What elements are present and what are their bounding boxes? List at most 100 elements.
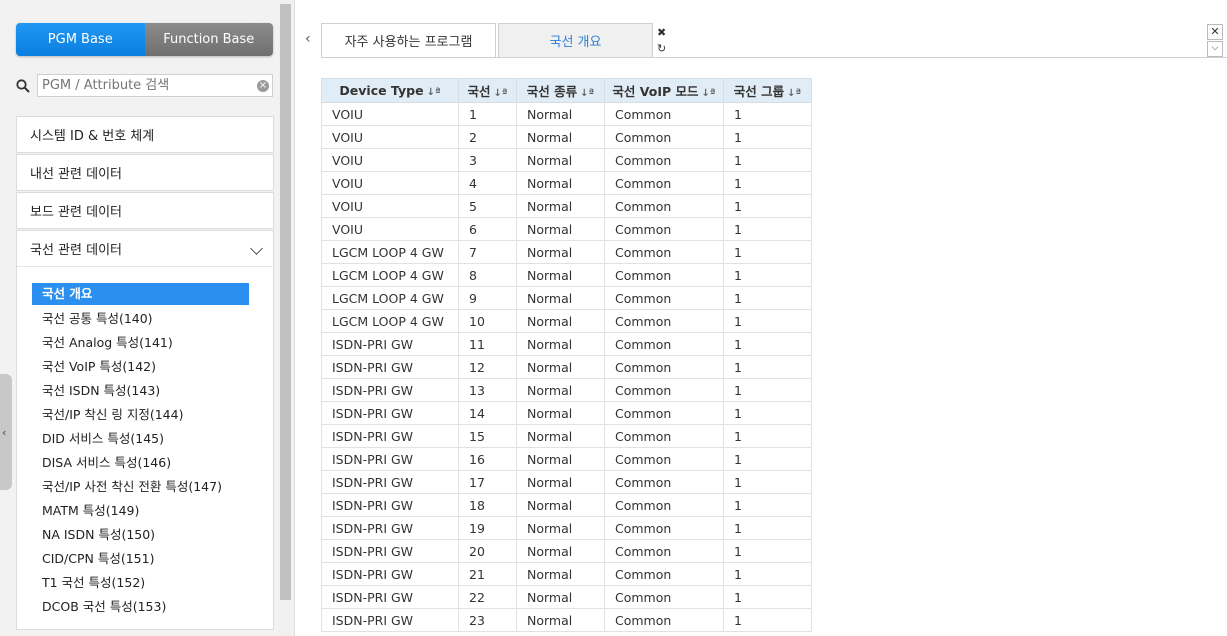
table-cell: LGCM LOOP 4 GW xyxy=(321,286,459,310)
table-row[interactable]: ISDN-PRI GW 11 Normal Common 1 xyxy=(321,332,812,356)
submenu-item[interactable]: DISA 서비스 특성(146) xyxy=(32,451,249,475)
table-row[interactable]: LGCM LOOP 4 GW 10 Normal Common 1 xyxy=(321,309,812,333)
table-row[interactable]: VOIU 2 Normal Common 1 xyxy=(321,125,812,149)
table-cell: 22 xyxy=(458,585,517,609)
tab-frequent-programs[interactable]: 자주 사용하는 프로그램 xyxy=(321,23,496,57)
table-cell: 1 xyxy=(723,102,812,126)
submenu-item[interactable]: DID 서비스 특성(145) xyxy=(32,427,249,451)
column-header-voip-mode[interactable]: 국선 VoIP 모드 ↓ª xyxy=(604,78,724,103)
column-header-trunk-group[interactable]: 국선 그룹 ↓ª xyxy=(723,78,812,103)
table-row[interactable]: ISDN-PRI GW 17 Normal Common 1 xyxy=(321,470,812,494)
menu-system-id[interactable]: 시스템 ID & 번호 체계 xyxy=(16,116,274,153)
table-cell: Normal xyxy=(516,562,605,586)
table-row[interactable]: LGCM LOOP 4 GW 8 Normal Common 1 xyxy=(321,263,812,287)
table-body: VOIU 1 Normal Common 1 VOIU 2 Normal Common 1 VOIU… xyxy=(321,102,812,632)
table-cell: Normal xyxy=(516,401,605,425)
tab-trunk-overview[interactable]: 국선 개요 xyxy=(498,23,653,57)
submenu-item[interactable]: 국선 VoIP 특성(142) xyxy=(32,355,249,379)
table-cell: VOIU xyxy=(321,217,459,241)
menu-board-data[interactable]: 보드 관련 데이터 xyxy=(16,192,274,229)
table-cell: 2 xyxy=(458,125,517,149)
table-cell: Common xyxy=(604,148,724,172)
table-cell: ISDN-PRI GW xyxy=(321,470,459,494)
table-cell: 16 xyxy=(458,447,517,471)
sort-icon[interactable]: ↓ª xyxy=(493,88,507,99)
pgm-base-button[interactable]: PGM Base xyxy=(16,23,145,56)
table-cell: Normal xyxy=(516,171,605,195)
table-row[interactable]: LGCM LOOP 4 GW 7 Normal Common 1 xyxy=(321,240,812,264)
submenu-item[interactable]: CID/CPN 특성(151) xyxy=(32,547,249,571)
table-row[interactable]: ISDN-PRI GW 20 Normal Common 1 xyxy=(321,539,812,563)
table-row[interactable]: ISDN-PRI GW 22 Normal Common 1 xyxy=(321,585,812,609)
submenu-item[interactable]: NA ISDN 특성(150) xyxy=(32,523,249,547)
table-cell: LGCM LOOP 4 GW xyxy=(321,263,459,287)
table-row[interactable]: VOIU 5 Normal Common 1 xyxy=(321,194,812,218)
table-row[interactable]: VOIU 6 Normal Common 1 xyxy=(321,217,812,241)
menu-label: 국선 관련 데이터 xyxy=(30,243,122,258)
table-cell: 1 xyxy=(723,516,812,540)
table-row[interactable]: ISDN-PRI GW 19 Normal Common 1 xyxy=(321,516,812,540)
chevron-down-icon[interactable]: ⌵ xyxy=(1207,41,1223,57)
table-cell: 1 xyxy=(723,217,812,241)
column-header-trunk-kind[interactable]: 국선 종류 ↓ª xyxy=(516,78,605,103)
table-row[interactable]: LGCM LOOP 4 GW 9 Normal Common 1 xyxy=(321,286,812,310)
sidebar-collapse-handle[interactable]: ‹ xyxy=(0,374,12,490)
table-cell: 14 xyxy=(458,401,517,425)
table-cell: 5 xyxy=(458,194,517,218)
table-cell: Common xyxy=(604,516,724,540)
refresh-icon[interactable]: ↻ xyxy=(657,42,666,55)
table-cell: Common xyxy=(604,309,724,333)
submenu-item[interactable]: 국선/IP 사전 착신 전환 특성(147) xyxy=(32,475,249,499)
table-cell: Common xyxy=(604,562,724,586)
sort-icon[interactable]: ↓ª xyxy=(427,87,441,98)
table-cell: Common xyxy=(604,332,724,356)
function-base-button[interactable]: Function Base xyxy=(144,23,273,56)
table-cell: 1 xyxy=(723,378,812,402)
table-cell: Normal xyxy=(516,240,605,264)
tab-close-icon[interactable]: ✖ xyxy=(657,26,666,39)
table-cell: 1 xyxy=(723,286,812,310)
submenu-item[interactable]: 국선 Analog 특성(141) xyxy=(32,331,249,355)
table-cell: 21 xyxy=(458,562,517,586)
sort-icon[interactable]: ↓ª xyxy=(702,88,716,99)
table-row[interactable]: VOIU 3 Normal Common 1 xyxy=(321,148,812,172)
submenu-item[interactable]: T1 국선 특성(152) xyxy=(32,571,249,595)
table-row[interactable]: ISDN-PRI GW 15 Normal Common 1 xyxy=(321,424,812,448)
table-row[interactable]: ISDN-PRI GW 18 Normal Common 1 xyxy=(321,493,812,517)
sort-icon[interactable]: ↓ª xyxy=(580,88,594,99)
menu-trunk-header[interactable]: 국선 관련 데이터 xyxy=(17,231,273,266)
table-cell: Normal xyxy=(516,194,605,218)
menu-extension-data[interactable]: 내선 관련 데이터 xyxy=(16,154,274,191)
table-cell: Normal xyxy=(516,470,605,494)
table-row[interactable]: ISDN-PRI GW 16 Normal Common 1 xyxy=(321,447,812,471)
scroll-thumb[interactable] xyxy=(280,4,291,600)
table-row[interactable]: VOIU 1 Normal Common 1 xyxy=(321,102,812,126)
table-cell: ISDN-PRI GW xyxy=(321,539,459,563)
column-header-device-type[interactable]: Device Type ↓ª xyxy=(321,78,459,103)
table-row[interactable]: ISDN-PRI GW 23 Normal Common 1 xyxy=(321,608,812,632)
submenu-item[interactable]: 국선 ISDN 특성(143) xyxy=(32,379,249,403)
sidebar-scrollbar[interactable] xyxy=(279,0,292,636)
search-input[interactable] xyxy=(37,74,273,97)
submenu-item[interactable]: 국선 공통 특성(140) xyxy=(32,307,249,331)
window-close-icon[interactable]: ✕ xyxy=(1207,24,1223,40)
submenu-item[interactable]: 국선/IP 착신 링 지정(144) xyxy=(32,403,249,427)
table-row[interactable]: ISDN-PRI GW 21 Normal Common 1 xyxy=(321,562,812,586)
table-row[interactable]: ISDN-PRI GW 13 Normal Common 1 xyxy=(321,378,812,402)
clear-icon[interactable]: × xyxy=(257,80,269,92)
column-header-trunk[interactable]: 국선 ↓ª xyxy=(458,78,517,103)
table-cell: 1 xyxy=(723,447,812,471)
submenu-item[interactable]: MATM 특성(149) xyxy=(32,499,249,523)
table-cell: Normal xyxy=(516,378,605,402)
table-cell: ISDN-PRI GW xyxy=(321,378,459,402)
table-row[interactable]: ISDN-PRI GW 14 Normal Common 1 xyxy=(321,401,812,425)
tab-scroll-left-icon[interactable]: ‹ xyxy=(305,32,315,46)
table-row[interactable]: ISDN-PRI GW 12 Normal Common 1 xyxy=(321,355,812,379)
submenu-item[interactable]: 국선 개요 xyxy=(32,283,249,305)
submenu-item[interactable]: DCOB 국선 특성(153) xyxy=(32,595,249,619)
table-cell: 7 xyxy=(458,240,517,264)
table-cell: 1 xyxy=(723,470,812,494)
table-row[interactable]: VOIU 4 Normal Common 1 xyxy=(321,171,812,195)
sort-icon[interactable]: ↓ª xyxy=(787,88,801,99)
table-cell: Normal xyxy=(516,447,605,471)
